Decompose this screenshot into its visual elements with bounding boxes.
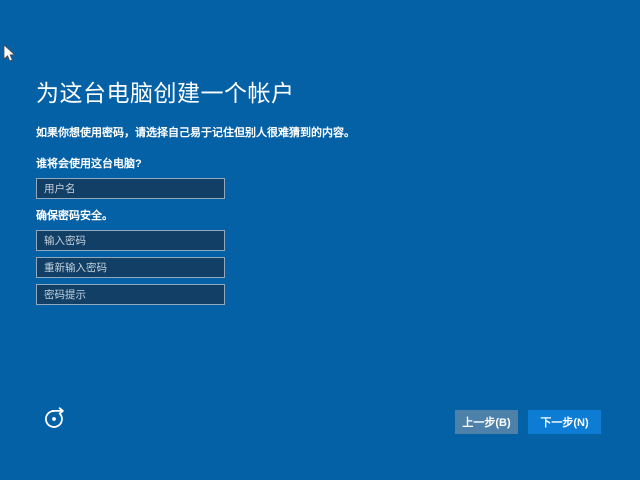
who-will-use-label: 谁将会使用这台电脑?: [36, 157, 142, 171]
arrow-cursor-icon: [3, 44, 16, 63]
password-input[interactable]: [36, 230, 225, 251]
reenter-password-input[interactable]: [36, 257, 225, 278]
next-button[interactable]: 下一步(N): [528, 410, 601, 434]
back-button[interactable]: 上一步(B): [455, 410, 518, 434]
ease-of-access-icon: [43, 418, 67, 433]
oobe-create-account-screen: 为这台电脑创建一个帐户 如果你想使用密码，请选择自己易于记住但别人很难猜到的内容…: [0, 0, 640, 480]
page-subtitle: 如果你想使用密码，请选择自己易于记住但别人很难猜到的内容。: [36, 126, 355, 140]
password-hint-input[interactable]: [36, 284, 225, 305]
page-title: 为这台电脑创建一个帐户: [36, 80, 295, 106]
secure-password-label: 确保密码安全。: [36, 209, 113, 223]
username-input[interactable]: [36, 178, 225, 199]
ease-of-access-button[interactable]: [42, 406, 68, 432]
